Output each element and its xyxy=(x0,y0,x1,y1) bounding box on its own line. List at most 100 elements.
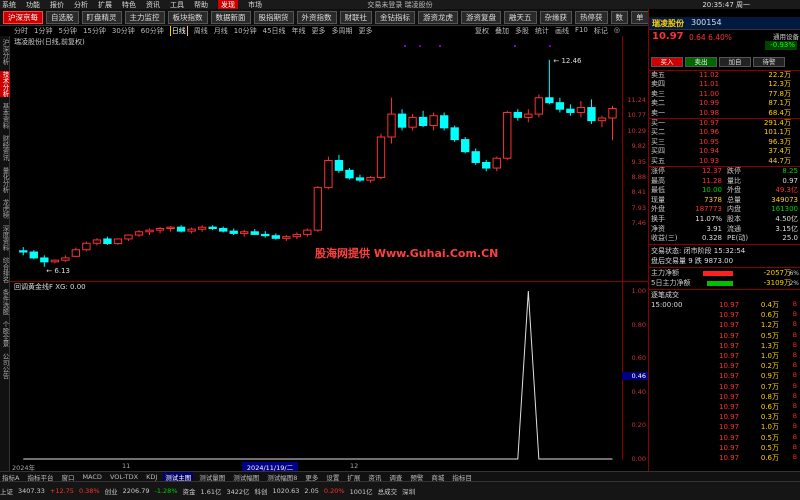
bottom-tab-4[interactable]: VOL-TDX xyxy=(108,473,140,481)
period-tool-1[interactable]: 叠加 xyxy=(495,26,509,36)
candle[interactable] xyxy=(145,228,154,236)
candle[interactable] xyxy=(29,250,38,260)
trade-button-2[interactable]: 加自 xyxy=(719,57,751,67)
bottom-tab-14[interactable]: 调查 xyxy=(387,472,404,482)
candle[interactable] xyxy=(482,159,491,172)
toolbar-button-16[interactable]: 单 xyxy=(631,10,649,24)
toolbar-button-7[interactable]: 外资指数 xyxy=(296,10,337,24)
candle[interactable] xyxy=(282,235,291,241)
period-tab-11[interactable]: 年线 xyxy=(292,26,306,36)
period-tab-10[interactable]: 45日线 xyxy=(263,26,286,36)
menu-market[interactable]: 市场 xyxy=(248,0,262,9)
bottom-tab-6[interactable]: 测试主图 xyxy=(163,472,194,481)
period-tab-5[interactable]: 60分钟 xyxy=(141,26,164,36)
sidebar-item-4[interactable]: 量化分析 xyxy=(0,167,10,193)
candle[interactable] xyxy=(324,156,333,190)
candle[interactable] xyxy=(155,226,165,234)
candle[interactable] xyxy=(240,229,249,237)
candle[interactable] xyxy=(503,110,512,160)
sidebar-item-5[interactable]: 龙虎榜 xyxy=(0,199,10,219)
candle[interactable] xyxy=(376,133,386,180)
menu-item-6[interactable]: 资讯 xyxy=(146,0,160,9)
menu-item-2[interactable]: 报价 xyxy=(50,0,64,9)
sidebar-item-1[interactable]: 技术分析 xyxy=(0,71,10,97)
candle[interactable] xyxy=(218,226,228,233)
toolbar-button-10[interactable]: 游资龙虎 xyxy=(418,10,458,24)
candle[interactable] xyxy=(187,227,196,234)
candle[interactable] xyxy=(250,229,259,236)
bottom-tab-2[interactable]: 窗口 xyxy=(59,472,76,482)
period-tool-3[interactable]: 统计 xyxy=(535,26,549,36)
bottom-tab-13[interactable]: 资讯 xyxy=(366,472,383,482)
candle[interactable] xyxy=(471,148,480,165)
candle[interactable] xyxy=(303,228,312,237)
period-tab-0[interactable]: 分时 xyxy=(14,26,28,36)
candle[interactable] xyxy=(492,156,501,172)
period-tab-2[interactable]: 5分钟 xyxy=(58,26,76,36)
sidebar-item-2[interactable]: 基本资料 xyxy=(0,103,10,129)
toolbar-button-4[interactable]: 板块指数 xyxy=(167,10,208,24)
toolbar-button-9[interactable]: 金钻指标 xyxy=(375,10,415,24)
bottom-tab-8[interactable]: 测试幅图 xyxy=(231,472,261,482)
sidebar-item-3[interactable]: 财经资讯 xyxy=(0,135,10,161)
period-tab-14[interactable]: 更多 xyxy=(359,26,373,36)
period-tab-12[interactable]: 更多 xyxy=(312,26,326,36)
candle[interactable] xyxy=(61,255,70,262)
bottom-tab-1[interactable]: 指标平台 xyxy=(25,472,55,482)
candle[interactable] xyxy=(513,109,522,121)
bottom-tab-0[interactable]: 指标A xyxy=(0,472,21,482)
candle[interactable] xyxy=(608,105,617,141)
sidebar-item-10[interactable]: 公司公告 xyxy=(0,353,10,379)
candle[interactable] xyxy=(134,230,144,237)
period-tab-13[interactable]: 多周期 xyxy=(332,26,353,36)
menu-item-5[interactable]: 特色 xyxy=(122,0,136,9)
bottom-tab-15[interactable]: 预警 xyxy=(408,472,425,482)
toolbar-button-14[interactable]: 热停获 xyxy=(575,10,608,24)
candle[interactable] xyxy=(103,236,112,245)
toolbar-button-0[interactable]: 沪深京每 xyxy=(3,10,43,24)
candle[interactable] xyxy=(345,168,354,180)
sidebar-item-8[interactable]: 条件选股 xyxy=(0,289,10,315)
candle[interactable] xyxy=(19,247,28,256)
candle[interactable] xyxy=(450,125,459,142)
candle[interactable] xyxy=(524,109,533,123)
menu-item-4[interactable]: 扩展 xyxy=(98,0,112,9)
period-tab-9[interactable]: 10分钟 xyxy=(234,26,257,36)
period-tool-6[interactable]: 标记 xyxy=(594,26,608,36)
candle[interactable] xyxy=(229,228,238,236)
bottom-tab-12[interactable]: 扩展 xyxy=(345,472,362,482)
bottom-tab-5[interactable]: KDJ xyxy=(144,473,159,481)
sidebar-item-0[interactable]: 沪深分析 xyxy=(0,39,10,65)
sidebar-item-9[interactable]: 个股全景 xyxy=(0,321,10,347)
menu-item-3[interactable]: 分析 xyxy=(74,0,88,9)
bottom-tab-11[interactable]: 设置 xyxy=(324,472,341,482)
candle[interactable] xyxy=(597,115,607,128)
period-tool-5[interactable]: F10 xyxy=(575,26,588,36)
bottom-tab-3[interactable]: MACD xyxy=(80,473,103,481)
candle[interactable] xyxy=(397,109,407,131)
period-tab-6[interactable]: 日线 xyxy=(169,26,188,36)
candle[interactable] xyxy=(366,176,375,183)
candle[interactable] xyxy=(271,233,280,240)
candle[interactable] xyxy=(40,255,49,267)
candle[interactable] xyxy=(566,104,575,116)
sidebar-item-6[interactable]: 深度资料 xyxy=(0,225,10,251)
candle[interactable] xyxy=(334,154,344,173)
candle[interactable] xyxy=(113,238,123,245)
candle[interactable] xyxy=(92,238,102,246)
period-tab-1[interactable]: 1分钟 xyxy=(34,26,52,36)
candle[interactable] xyxy=(82,241,91,252)
candle[interactable] xyxy=(534,94,544,118)
menu-item-1[interactable]: 功能 xyxy=(26,0,40,9)
period-tab-4[interactable]: 30分钟 xyxy=(112,26,135,36)
toolbar-button-13[interactable]: 杂缘获 xyxy=(539,10,572,24)
toolbar-button-5[interactable]: 数据新面 xyxy=(210,10,251,24)
menu-item-7[interactable]: 工具 xyxy=(170,0,184,9)
menu-item-8[interactable]: 帮助 xyxy=(194,0,208,9)
bottom-tab-9[interactable]: 测试幅图8 xyxy=(265,472,299,482)
period-tool-4[interactable]: 画线 xyxy=(555,26,569,36)
trade-button-3[interactable]: 待警 xyxy=(753,57,785,67)
bottom-tab-16[interactable]: 商城 xyxy=(429,472,446,482)
trade-button-1[interactable]: 卖出 xyxy=(685,57,717,67)
period-tool-7[interactable]: ◎ xyxy=(614,26,620,36)
